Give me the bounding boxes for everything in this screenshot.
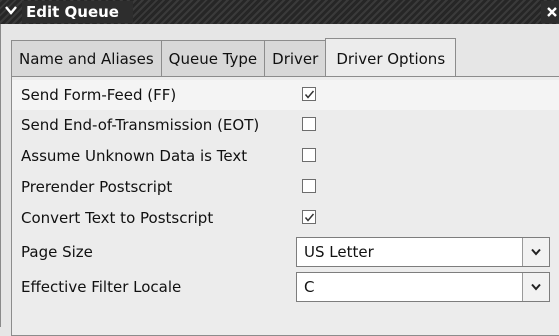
assume-unknown-text-checkbox[interactable] [302, 148, 316, 162]
chevron-down-icon[interactable] [522, 273, 549, 301]
window-title: Edit Queue [22, 1, 133, 23]
tab-name-and-aliases[interactable]: Name and Aliases [11, 40, 162, 76]
option-row-convert-text[interactable]: Convert Text to Postscript [12, 203, 559, 233]
page-size-select[interactable]: US Letter [296, 237, 550, 267]
option-row-send-form-feed[interactable]: Send Form-Feed (FF) [12, 80, 559, 110]
option-row-send-eot[interactable]: Send End-of-Transmission (EOT) [12, 110, 559, 140]
option-label: Send End-of-Transmission (EOT) [21, 116, 260, 134]
page-size-value: US Letter [304, 243, 374, 261]
filter-locale-label: Effective Filter Locale [21, 278, 182, 296]
convert-text-checkbox[interactable] [302, 210, 316, 224]
prerender-postscript-checkbox[interactable] [302, 179, 316, 193]
option-row-prerender-postscript[interactable]: Prerender Postscript [12, 172, 559, 202]
close-icon[interactable] [541, 1, 559, 23]
send-eot-checkbox[interactable] [302, 117, 316, 131]
filter-locale-select[interactable]: C [296, 272, 550, 302]
option-label: Send Form-Feed (FF) [21, 86, 177, 104]
tab-driver-options[interactable]: Driver Options [325, 38, 457, 76]
tab-driver[interactable]: Driver [264, 40, 327, 76]
filter-locale-value: C [304, 278, 315, 296]
option-row-assume-text[interactable]: Assume Unknown Data is Text [12, 141, 559, 171]
page-size-label: Page Size [21, 243, 93, 261]
option-label: Assume Unknown Data is Text [21, 147, 248, 165]
option-label: Prerender Postscript [21, 178, 173, 196]
driver-options-panel: Send Form-Feed (FF) Send End-of-Transmis… [11, 76, 559, 336]
filter-locale-row: Effective Filter Locale C [12, 270, 559, 304]
tab-bar: Name and Aliases Queue Type Driver Drive… [11, 38, 457, 78]
window-menu-icon[interactable] [2, 3, 20, 21]
send-form-feed-checkbox[interactable] [302, 87, 316, 101]
option-label: Convert Text to Postscript [21, 209, 214, 227]
tab-queue-type[interactable]: Queue Type [160, 40, 266, 76]
page-size-row: Page Size US Letter [12, 235, 559, 269]
window-titlebar[interactable]: Edit Queue [0, 0, 559, 24]
window-body: Name and Aliases Queue Type Driver Drive… [0, 24, 559, 336]
chevron-down-icon[interactable] [522, 238, 549, 266]
